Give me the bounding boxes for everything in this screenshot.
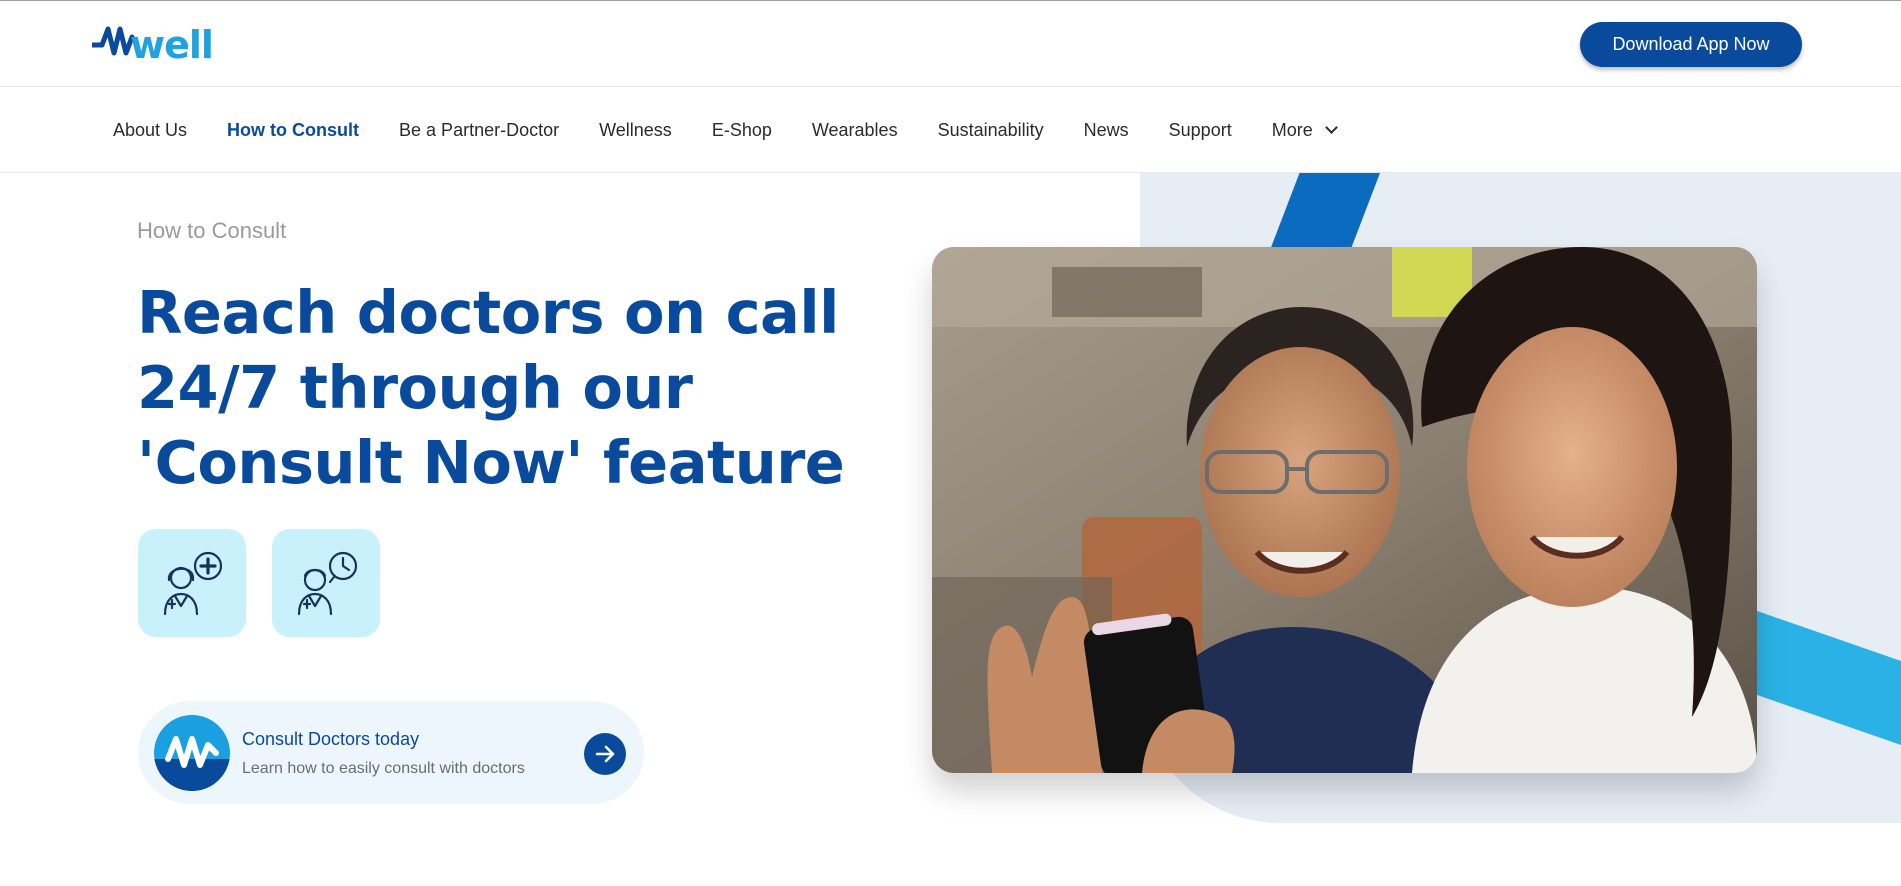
nav-more-dropdown[interactable]: More <box>1271 119 1338 141</box>
hero-photo <box>932 247 1757 773</box>
nav-how-to-consult[interactable]: How to Consult <box>227 120 359 141</box>
hero-headline: Reach doctors on call 24/7 through our '… <box>137 275 857 500</box>
mwell-badge-icon <box>154 715 230 791</box>
headline-line-3: 'Consult Now' feature <box>137 428 845 497</box>
top-header: well Download App Now <box>0 0 1901 87</box>
consult-doctors-card[interactable]: Consult Doctors today Learn how to easil… <box>138 701 644 804</box>
headline-line-1: Reach doctors on call <box>137 278 839 347</box>
chevron-down-icon <box>1324 121 1338 134</box>
nav-e-shop[interactable]: E-Shop <box>712 120 772 141</box>
feature-tile-schedule <box>272 529 380 637</box>
nav-more-label: More <box>1271 119 1313 140</box>
male-doctor-clock-icon <box>297 551 358 616</box>
feature-tile-consult <box>138 529 246 637</box>
female-doctor-plus-icon <box>163 551 223 616</box>
main-navigation: About Us How to Consult Be a Partner-Doc… <box>0 87 1901 173</box>
logo-wordmark: well <box>130 23 214 67</box>
arrow-right-icon[interactable] <box>584 733 626 775</box>
nav-news[interactable]: News <box>1084 120 1129 141</box>
nav-about-us[interactable]: About Us <box>113 120 187 141</box>
nav-sustainability[interactable]: Sustainability <box>938 120 1044 141</box>
mwell-logo[interactable]: well <box>92 23 222 67</box>
nav-partner-doctor[interactable]: Be a Partner-Doctor <box>399 120 559 141</box>
card-title: Consult Doctors today <box>242 729 420 749</box>
headline-line-2: 24/7 through our <box>137 353 693 422</box>
download-app-button[interactable]: Download App Now <box>1580 22 1802 67</box>
nav-support[interactable]: Support <box>1169 120 1232 141</box>
card-subtitle: Learn how to easily consult with doctors <box>242 760 525 777</box>
nav-wellness[interactable]: Wellness <box>599 120 672 141</box>
breadcrumb: How to Consult <box>137 218 287 243</box>
nav-wearables[interactable]: Wearables <box>812 120 898 141</box>
